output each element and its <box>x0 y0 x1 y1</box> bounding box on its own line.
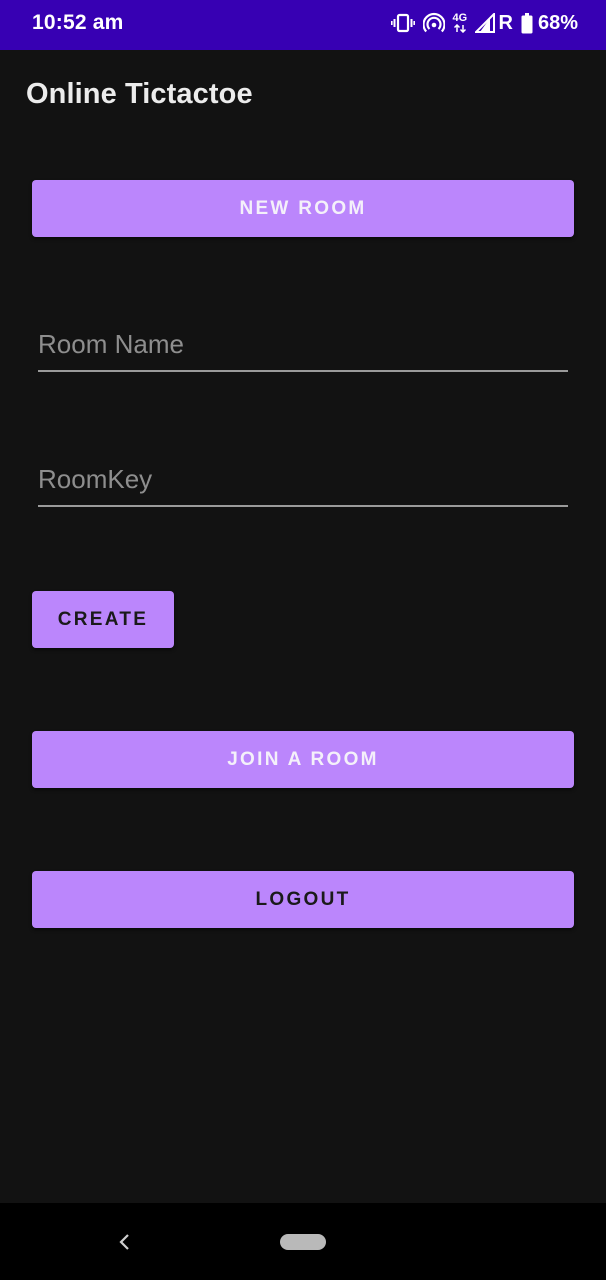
status-time: 10:52 am <box>32 11 124 34</box>
back-icon[interactable] <box>114 1231 136 1253</box>
navigation-bar <box>0 1203 606 1280</box>
home-pill-icon[interactable] <box>280 1234 326 1250</box>
hotspot-icon <box>422 12 445 34</box>
vibrate-icon <box>390 12 415 34</box>
app-title: Online Tictactoe <box>26 78 253 110</box>
battery-percentage: 68% <box>537 11 578 34</box>
battery-icon <box>521 12 533 34</box>
create-button[interactable]: CREATE <box>32 591 174 648</box>
room-key-input[interactable] <box>38 459 568 507</box>
network-4g-icon: 4G <box>453 13 467 33</box>
status-bar: 10:52 am 4G R 68% <box>0 0 606 50</box>
status-icons: 4G R 68% <box>390 10 578 36</box>
join-room-button[interactable]: JOIN A ROOM <box>32 731 574 788</box>
new-room-button[interactable]: NEW ROOM <box>32 180 574 237</box>
roaming-indicator: R <box>498 11 513 34</box>
signal-icon <box>474 13 495 33</box>
logout-button[interactable]: LOGOUT <box>32 871 574 928</box>
network-4g-label: 4G <box>452 12 468 24</box>
room-name-input[interactable] <box>38 324 568 372</box>
